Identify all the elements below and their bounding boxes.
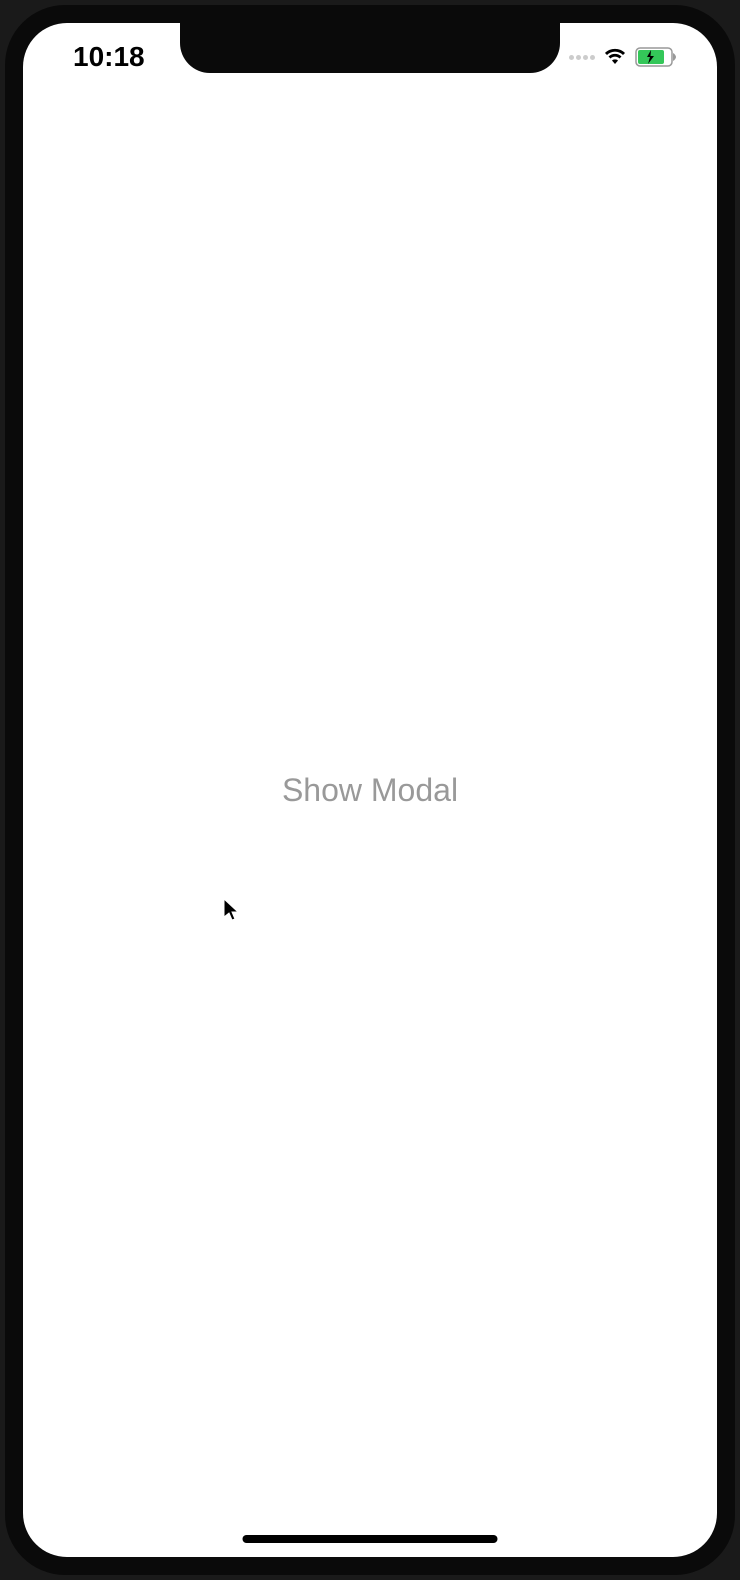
cursor-icon: [223, 898, 241, 922]
notch: [180, 23, 560, 73]
battery-charging-icon: [635, 47, 677, 67]
cellular-signal-icon: [569, 55, 595, 60]
main-content: Show Modal: [23, 23, 717, 1557]
wifi-icon: [603, 48, 627, 66]
status-icons: [569, 47, 677, 67]
device-frame: 10:18: [5, 5, 735, 1575]
screen: 10:18: [23, 23, 717, 1557]
home-indicator[interactable]: [243, 1535, 498, 1543]
show-modal-button[interactable]: Show Modal: [282, 772, 458, 809]
status-time: 10:18: [73, 41, 145, 73]
